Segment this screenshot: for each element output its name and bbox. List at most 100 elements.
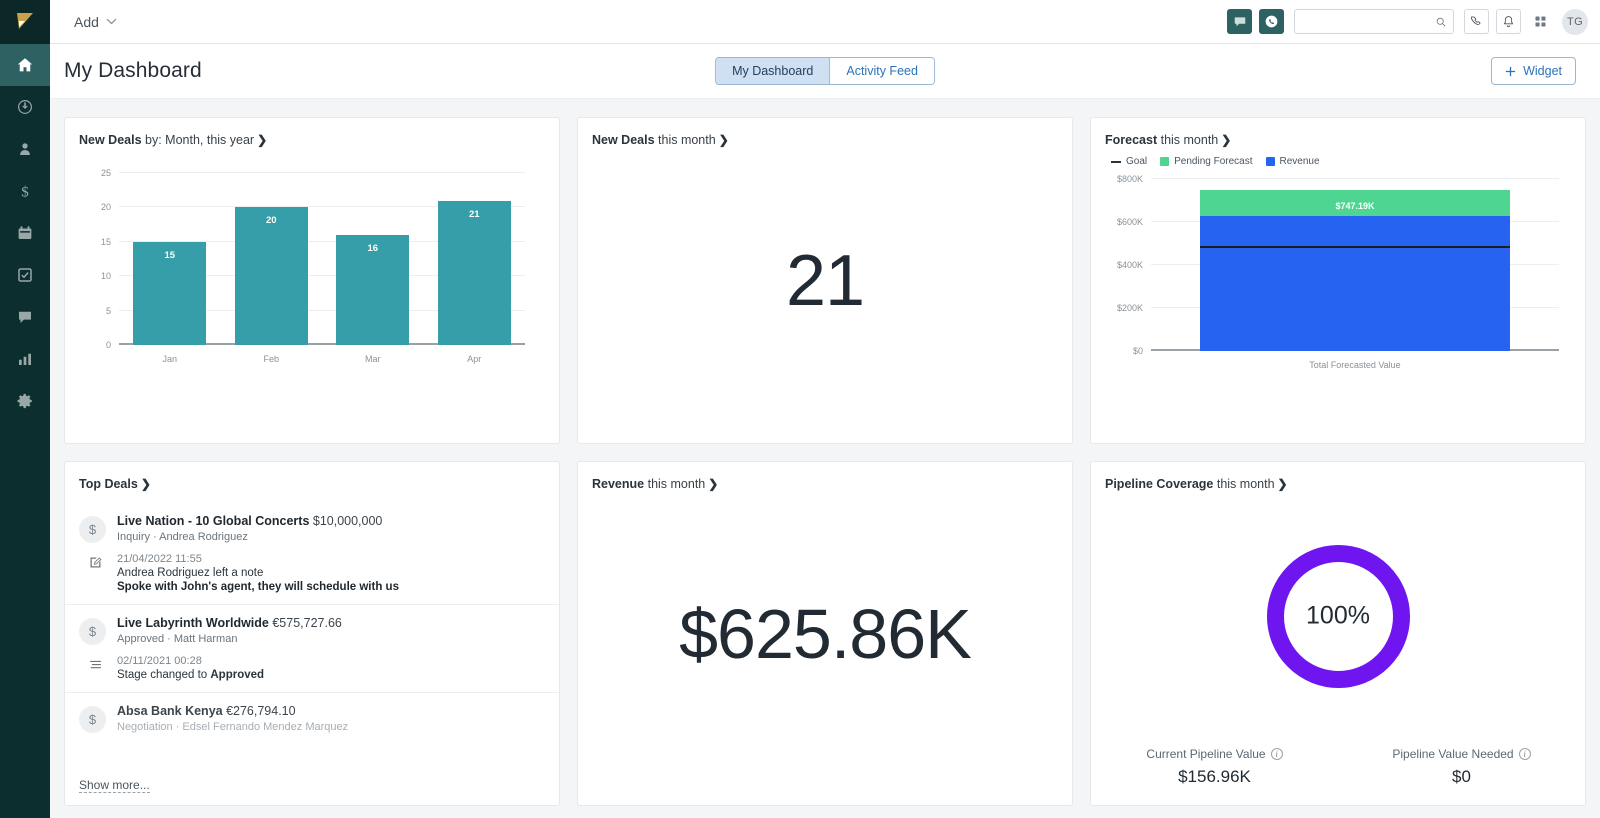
add-menu-button[interactable]: Add xyxy=(68,10,123,34)
widget-title[interactable]: Pipeline Coverage this month ❯ xyxy=(1091,462,1585,491)
deal-amount: €575,727.66 xyxy=(272,616,342,630)
bar-value-label: 20 xyxy=(265,215,277,227)
widget-title-sub: by: Month, this year xyxy=(145,133,255,147)
chevron-right-icon: ❯ xyxy=(1221,133,1232,147)
bar-segment-pending-forecast[interactable]: $747.19K xyxy=(1199,190,1511,217)
donut: 100% xyxy=(1261,539,1416,694)
y-axis-tick-label: 10 xyxy=(100,271,111,282)
bell-icon xyxy=(1503,16,1514,28)
x-axis-tick-label: Mar xyxy=(365,354,381,364)
bar[interactable]: 21 xyxy=(437,200,511,345)
app-logo[interactable] xyxy=(0,0,50,44)
pipeline-donut-chart: 100% xyxy=(1091,508,1585,724)
deal-summary[interactable]: $ Absa Bank Kenya €276,794.10 Negotiation … xyxy=(79,704,545,733)
widget-title[interactable]: Revenue this month ❯ xyxy=(578,462,1072,491)
widget-title[interactable]: Top Deals ❯ xyxy=(65,462,559,491)
phone-button[interactable] xyxy=(1464,9,1489,34)
forecast-legend: Goal Pending Forecast Revenue xyxy=(1091,147,1585,167)
legend-swatch-icon xyxy=(1265,157,1275,166)
y-axis-tick-label: $800K xyxy=(1116,174,1143,184)
sidebar-item-tasks[interactable] xyxy=(0,254,50,296)
show-more-link[interactable]: Show more... xyxy=(79,778,150,793)
top-toolbar: Add TG xyxy=(50,0,1600,44)
deal-name: Absa Bank Kenya €276,794.10 xyxy=(117,704,296,718)
activity-line-2: Spoke with John's agent, they will sched… xyxy=(117,581,399,593)
sidebar-item-activity[interactable] xyxy=(0,86,50,128)
sidebar-item-calendar[interactable] xyxy=(0,212,50,254)
note-edit-icon xyxy=(85,555,106,570)
sidebar-item-messages[interactable] xyxy=(0,296,50,338)
widget-forecast: Forecast this month ❯ Goal Pending Foreca… xyxy=(1090,117,1586,444)
legend-item-revenue: Revenue xyxy=(1265,156,1320,167)
deal-meta: Inquiry · Andrea Rodriguez xyxy=(117,531,248,543)
page-title: My Dashboard xyxy=(64,59,202,82)
new-deals-value: 21 xyxy=(785,240,865,321)
add-label: Add xyxy=(74,13,99,30)
stat-caption: Current Pipeline Value i xyxy=(1091,747,1338,761)
x-axis-tick-label: Feb xyxy=(263,354,279,364)
deal-summary[interactable]: $ Live Nation - 10 Global Concerts $10,00… xyxy=(79,514,545,543)
deal-name: Live Labyrinth Worldwide €575,727.66 xyxy=(117,616,342,630)
widget-title-bold: Pipeline Coverage xyxy=(1105,477,1214,491)
bar-total-label: $747.19K xyxy=(1335,201,1375,212)
note-edit-icon xyxy=(90,557,102,568)
bar[interactable]: 20 xyxy=(234,207,308,345)
bar[interactable]: 16 xyxy=(336,234,410,345)
whatsapp-icon xyxy=(1265,15,1278,28)
legend-line-icon xyxy=(1111,160,1121,163)
dollar-circle-icon: $ xyxy=(79,516,106,543)
tab-my-dashboard[interactable]: My Dashboard xyxy=(716,58,830,84)
search-input[interactable] xyxy=(1303,14,1436,29)
bar[interactable]: 15 xyxy=(133,241,207,345)
deal-row[interactable]: $ Live Nation - 10 Global Concerts $10,00… xyxy=(65,503,559,604)
deal-summary[interactable]: $ Live Labyrinth Worldwide €575,727.66 App… xyxy=(79,616,545,645)
y-axis-tick-label: $400K xyxy=(1116,260,1143,270)
sidebar-item-reports[interactable] xyxy=(0,338,50,380)
sidebar-item-home[interactable] xyxy=(0,44,50,86)
activity-line-1: Stage changed to Approved xyxy=(117,669,265,681)
widget-title-sub: this month xyxy=(1216,477,1275,491)
y-axis-tick-label: 5 xyxy=(105,305,111,316)
avatar[interactable]: TG xyxy=(1562,8,1588,35)
legend-item-pending-forecast: Pending Forecast xyxy=(1160,156,1253,167)
stat-caption-text: Pipeline Value Needed xyxy=(1392,747,1514,761)
widget-revenue: Revenue this month ❯ $625.86K xyxy=(577,461,1073,806)
revenue-value: $625.86K xyxy=(679,594,972,673)
bar-column[interactable]: 21 Apr xyxy=(424,173,526,364)
info-icon[interactable]: i xyxy=(1270,748,1283,760)
tab-activity-feed[interactable]: Activity Feed xyxy=(829,58,934,84)
widget-title[interactable]: New Deals by: Month, this year ❯ xyxy=(65,118,559,147)
dollar-icon: $ xyxy=(21,184,29,200)
left-sidebar: $ xyxy=(0,0,50,818)
info-icon[interactable]: i xyxy=(1518,748,1531,760)
deal-row[interactable]: $ Absa Bank Kenya €276,794.10 Negotiation … xyxy=(65,692,559,744)
apps-button[interactable] xyxy=(1528,9,1553,34)
flag-logo-icon xyxy=(17,13,33,29)
deal-row[interactable]: $ Live Labyrinth Worldwide €575,727.66 App… xyxy=(65,604,559,692)
bar-column[interactable]: 20 Feb xyxy=(221,173,323,364)
deal-amount: $10,000,000 xyxy=(312,514,383,528)
sidebar-item-settings[interactable] xyxy=(0,380,50,422)
notifications-button[interactable] xyxy=(1496,9,1521,34)
x-axis-tick-label: Apr xyxy=(467,354,482,364)
y-axis-tick-label: $0 xyxy=(1132,346,1143,356)
y-axis-tick-label: 15 xyxy=(100,236,111,247)
search-box[interactable] xyxy=(1294,9,1454,34)
whatsapp-button[interactable] xyxy=(1259,9,1284,34)
activity-line-1: Andrea Rodriguez left a note xyxy=(117,567,264,579)
sidebar-item-contacts[interactable] xyxy=(0,128,50,170)
bar-column[interactable]: 15 Jan xyxy=(119,173,221,364)
bar-segment-revenue[interactable] xyxy=(1199,216,1511,351)
sidebar-item-deals[interactable]: $ xyxy=(0,170,50,212)
donut-percent-label: 100% xyxy=(1306,601,1370,630)
stacked-bar[interactable]: $747.19K xyxy=(1199,190,1511,351)
legend-label: Pending Forecast xyxy=(1174,156,1253,167)
bar-series: 15 Jan 20 Feb 16 Mar 21 Apr xyxy=(119,173,526,364)
add-widget-button[interactable]: Widget xyxy=(1491,57,1576,85)
activity-time: 21/04/2022 11:55 xyxy=(117,553,202,565)
dashboard-grid: New Deals by: Month, this year ❯ 0 5 10 15 20… xyxy=(50,99,1600,818)
widget-title[interactable]: Forecast this month ❯ xyxy=(1091,118,1585,147)
widget-title[interactable]: New Deals this month ❯ xyxy=(578,118,1072,147)
chat-button[interactable] xyxy=(1227,9,1252,34)
bar-column[interactable]: 16 Mar xyxy=(322,173,424,364)
